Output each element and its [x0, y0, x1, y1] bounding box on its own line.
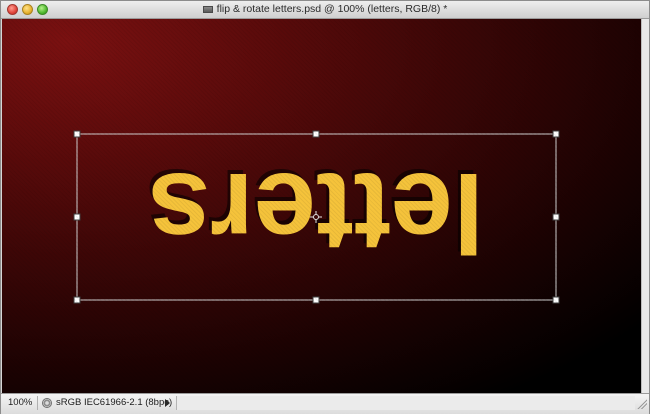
- transform-handle-bottom-left[interactable]: [73, 296, 81, 304]
- status-menu-arrow-icon[interactable]: [165, 399, 170, 407]
- title-area: flip & rotate letters.psd @ 100% (letter…: [1, 1, 649, 18]
- transform-handle-bottom-center[interactable]: [312, 296, 320, 304]
- transform-handle-top-center[interactable]: [312, 130, 320, 138]
- transform-handle-middle-left[interactable]: [73, 213, 81, 221]
- title-bar[interactable]: flip & rotate letters.psd @ 100% (letter…: [1, 1, 649, 19]
- transform-handle-top-right[interactable]: [552, 130, 560, 138]
- transform-handle-middle-right[interactable]: [552, 213, 560, 221]
- letters-artwork: letters letters: [73, 130, 560, 304]
- transform-handle-top-left[interactable]: [73, 130, 81, 138]
- document-canvas[interactable]: letters letters: [2, 19, 641, 393]
- document-profile-info: sRGB IEC61966-2.1 (8bpc): [56, 397, 173, 408]
- zoom-level-field[interactable]: 100%: [4, 396, 38, 410]
- document-icon: [202, 6, 213, 13]
- window-title: flip & rotate letters.psd @ 100% (letter…: [216, 3, 448, 15]
- status-bar: 100% sRGB IEC61966-2.1 (8bpc): [1, 393, 649, 414]
- horizontal-scrollbar[interactable]: [176, 396, 635, 410]
- document-info-icon[interactable]: [42, 398, 52, 408]
- resize-grip-icon[interactable]: [637, 397, 647, 409]
- photoshop-document-window: flip & rotate letters.psd @ 100% (letter…: [0, 0, 650, 414]
- transform-handle-bottom-right[interactable]: [552, 296, 560, 304]
- vertical-scrollbar[interactable]: [641, 19, 649, 393]
